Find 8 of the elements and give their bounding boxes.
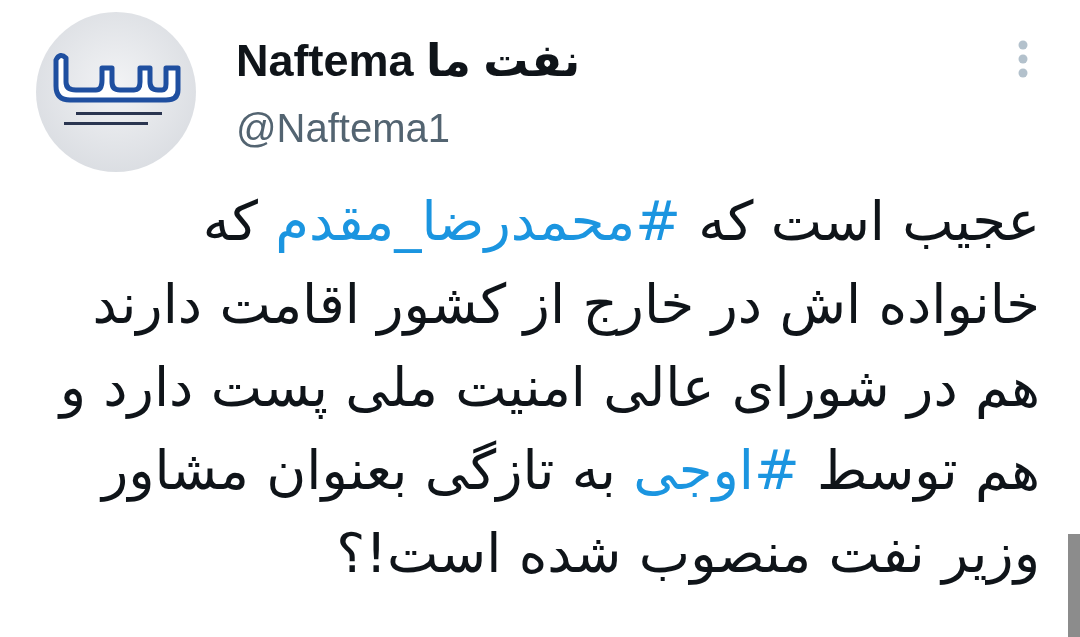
hashtag-link[interactable]: #اوجی [633,438,800,502]
hashtag-link[interactable]: #محمدرضا_مقدم [275,189,681,253]
tweet-text: عجیب است که #محمدرضا_مقدم که خانواده اش در خارج از کشور اقامت دارند هم در شورای عالی امنیت ملی پست دارد و هم توسط #اوجی به تازگی بعنوان مشاور وزیر نفت منصوب شده است!؟ [56,188,1040,587]
more-options-icon[interactable] [1018,40,1028,78]
scrollbar-thumb[interactable] [1068,534,1080,637]
avatar-image[interactable] [36,12,196,172]
display-name[interactable]: Naftema نفت ما [236,35,581,87]
username[interactable]: @Naftema1 [236,104,581,152]
